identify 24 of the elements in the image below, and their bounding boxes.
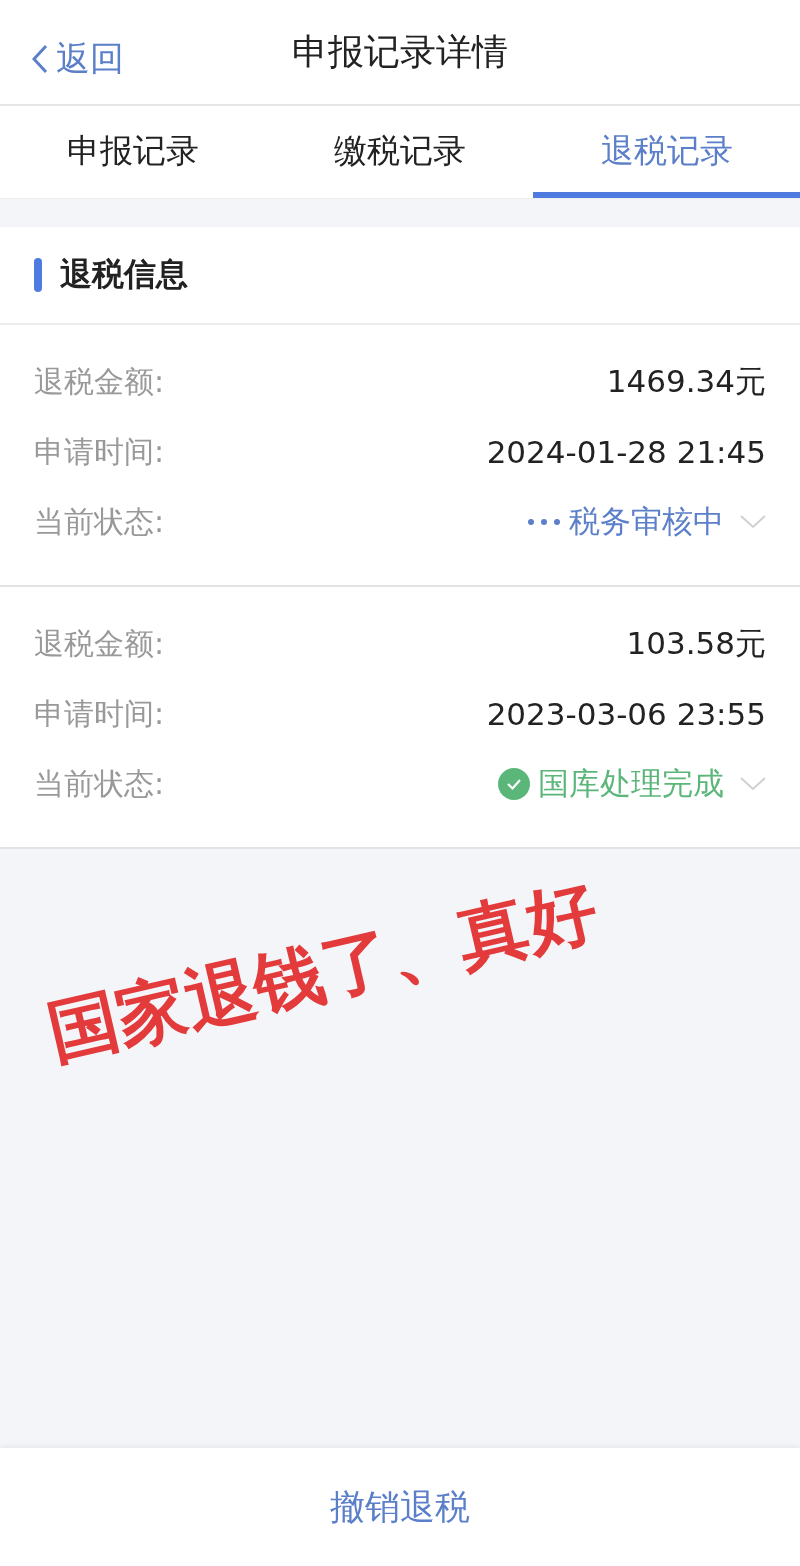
cancel-refund-button[interactable]: 撤销退税 [324, 1482, 476, 1532]
field-label: 当前状态: [34, 764, 165, 803]
back-chevron-icon [32, 44, 48, 74]
chevron-down-icon[interactable] [740, 515, 766, 529]
back-button[interactable]: 返回 [32, 36, 124, 82]
section-title: 退税信息 [60, 254, 188, 295]
status-text: 税务审核中 [569, 502, 724, 541]
field-label: 申请时间: [34, 432, 165, 471]
tab[interactable]: 缴税记录 [266, 106, 534, 198]
field-label: 当前状态: [34, 502, 165, 541]
field-label: 退税金额: [34, 362, 165, 401]
page-title: 申报记录详情 [292, 29, 508, 74]
field-label: 申请时间: [34, 694, 165, 733]
field-value: 1469.34元 [606, 362, 766, 401]
status-text: 国库处理完成 [538, 764, 724, 803]
tab[interactable]: 申报记录 [0, 106, 267, 198]
section-marker [34, 258, 42, 292]
handwritten-annotation: 国家退钱了、真好 [39, 868, 606, 1077]
field-value: 103.58元 [626, 624, 766, 663]
tab[interactable]: 退税记录 [533, 106, 800, 198]
field-label: 退税金额: [34, 624, 165, 663]
field-value: 2024-01-28 21:45 [486, 434, 766, 470]
chevron-down-icon[interactable] [740, 777, 766, 791]
field-value: 2023-03-06 23:55 [486, 696, 766, 732]
